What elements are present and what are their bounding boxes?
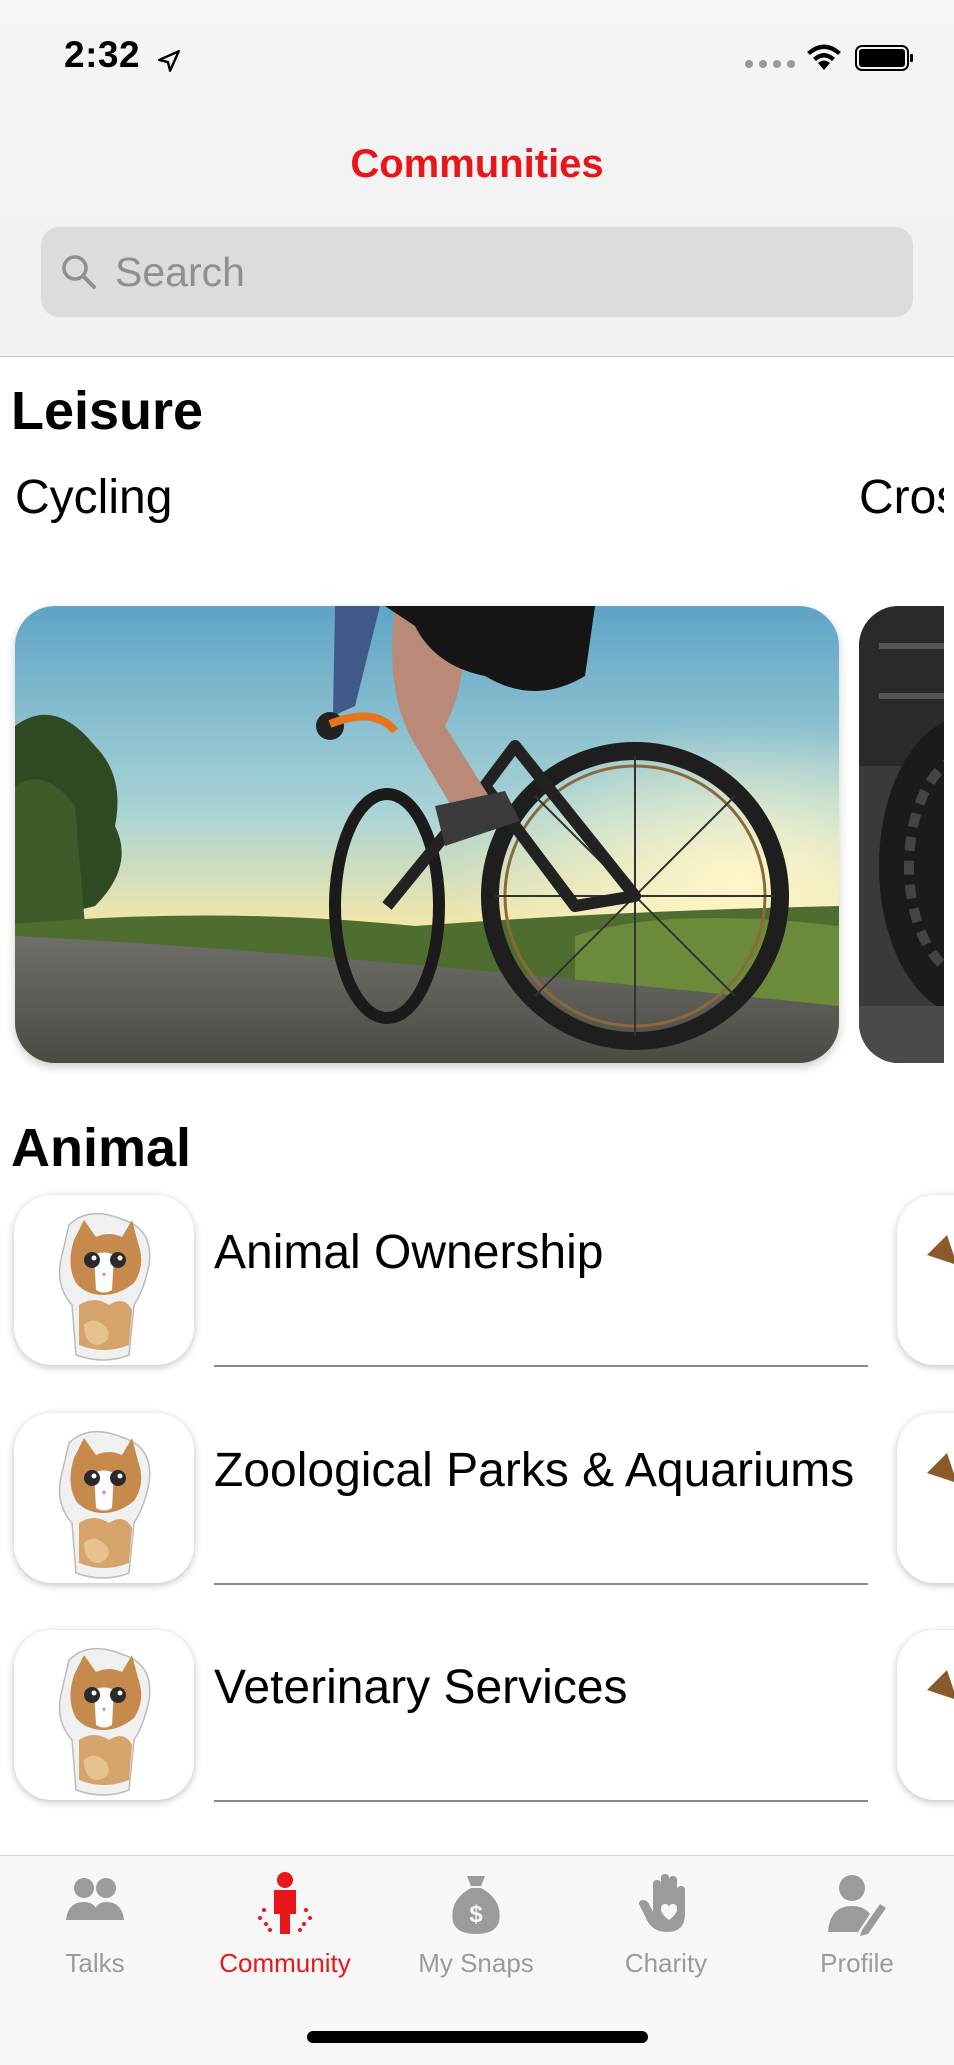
hand-heart-icon: [639, 1874, 685, 1932]
tab-charity[interactable]: Charity: [571, 1856, 761, 1986]
scroll-edge: [944, 440, 954, 1120]
svg-text:$: $: [469, 1901, 483, 1928]
tab-profile[interactable]: Profile: [762, 1856, 952, 1986]
crossfit-photo: [859, 606, 954, 1063]
tab-label: Charity: [624, 1948, 708, 1978]
tab-label: My Snaps: [418, 1948, 534, 1978]
cat-icon: [14, 1413, 194, 1583]
status-time: 2:32: [64, 34, 141, 75]
tab-community[interactable]: Community: [190, 1856, 380, 1986]
divider: [214, 1800, 868, 1802]
list-item[interactable]: Animal Ownership: [0, 1195, 954, 1395]
money-bag-icon: $: [452, 1876, 500, 1934]
list-item-label: Animal Ownership: [214, 1226, 604, 1279]
tab-label: Talks: [65, 1948, 125, 1978]
header: 2:32 Communities Search: [0, 0, 954, 357]
cycling-card[interactable]: [15, 606, 839, 1063]
cat-icon: [14, 1195, 194, 1365]
tab-label: Community: [219, 1948, 351, 1978]
list-item-label: Veterinary Services: [214, 1661, 628, 1714]
community-icon: [258, 1872, 312, 1934]
home-indicator[interactable]: [307, 2031, 648, 2043]
cat-icon: [14, 1630, 194, 1800]
communities-screen: 2:32 Communities Search Leisure Cycling …: [0, 0, 954, 2065]
tab-talks[interactable]: Talks: [0, 1856, 190, 1986]
signal-icon: [745, 60, 795, 68]
tab-my-snaps[interactable]: $ My Snaps: [381, 1856, 571, 1986]
search-icon: [62, 255, 96, 289]
list-item-label: Zoological Parks & Aquariums: [214, 1444, 855, 1497]
divider: [214, 1583, 868, 1585]
list-item[interactable]: Veterinary Services: [0, 1630, 954, 1830]
battery-icon: [855, 45, 913, 71]
section-title-animal: Animal: [11, 1118, 192, 1178]
tab-label: Profile: [820, 1948, 894, 1978]
list-item[interactable]: Zoological Parks & Aquariums: [0, 1413, 954, 1613]
search-bar[interactable]: Search: [41, 227, 913, 317]
section-title-leisure: Leisure: [11, 381, 204, 441]
people-icon: [66, 1878, 124, 1920]
divider: [214, 1365, 868, 1367]
location-arrow-icon: [158, 50, 180, 72]
cat-icon: [897, 1630, 954, 1800]
cat-icon: [897, 1413, 954, 1583]
cycling-photo: [15, 606, 839, 1063]
page-title: Communities: [350, 142, 604, 186]
crossfit-card[interactable]: [859, 606, 954, 1063]
leisure-item-label: Cros: [859, 471, 954, 524]
cat-icon: [897, 1195, 954, 1365]
wifi-icon: [807, 44, 841, 70]
leisure-item-label: Cycling: [15, 471, 173, 524]
search-input[interactable]: Search: [115, 249, 245, 296]
profile-edit-icon: [828, 1875, 886, 1936]
